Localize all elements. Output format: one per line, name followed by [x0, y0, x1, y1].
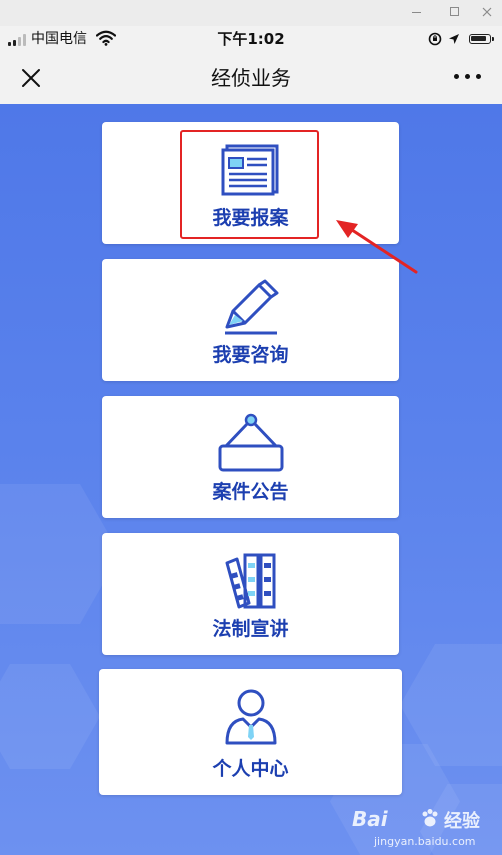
more-options-icon[interactable] [454, 73, 482, 81]
menu-card-legal-publicity[interactable]: 法制宣讲 [102, 533, 399, 655]
close-icon [482, 7, 492, 17]
window-minimize-button[interactable] [408, 4, 424, 20]
baidu-jingyan-watermark: Bai 经验 jingyan.baidu.com [346, 805, 496, 853]
maximize-icon [450, 7, 459, 16]
main-content: 我要报案 我要咨询 案件公告 法制宣讲 个人中心 Bai 经验 jingyan.… [0, 104, 502, 855]
window-close-button[interactable] [479, 4, 495, 20]
menu-card-personal-center[interactable]: 个人中心 [99, 669, 402, 795]
window-maximize-button[interactable] [446, 4, 462, 20]
nav-bar: 经侦业务 [0, 52, 502, 104]
status-bar: 中国电信 下午1:02 [0, 26, 502, 52]
pen-icon [224, 279, 278, 335]
menu-card-consult-label: 我要咨询 [212, 344, 289, 366]
minimize-icon [412, 12, 421, 13]
status-right [424, 31, 494, 47]
menu-card-consult[interactable]: 我要咨询 [102, 259, 399, 381]
highlight-box [180, 130, 319, 239]
background-hexagon [0, 664, 100, 769]
red-arrow-annotation [336, 220, 418, 274]
window-chrome [0, 0, 502, 27]
battery-icon [469, 34, 491, 44]
menu-card-announcement-label: 案件公告 [212, 481, 289, 503]
page-title: 经侦业务 [211, 66, 291, 90]
watermark-url: jingyan.baidu.com [374, 835, 476, 848]
watermark-logo-text: Bai [352, 807, 388, 831]
menu-card-announcement[interactable]: 案件公告 [102, 396, 399, 518]
user-icon [225, 689, 276, 745]
menu-card-legal-publicity-label: 法制宣讲 [212, 618, 289, 640]
battery-tip [492, 37, 494, 41]
orientation-lock-icon [428, 32, 442, 46]
screen: 中国电信 下午1:02 经侦业务 我要报案 我要咨询 案件公告 法制宣讲 个人中… [0, 0, 502, 855]
hanging-sign-icon [218, 413, 283, 472]
menu-card-personal-center-label: 个人中心 [212, 758, 289, 780]
books-icon [225, 553, 275, 609]
paw-icon [422, 809, 438, 827]
watermark-suffix: 经验 [444, 811, 480, 832]
location-icon [449, 34, 459, 44]
